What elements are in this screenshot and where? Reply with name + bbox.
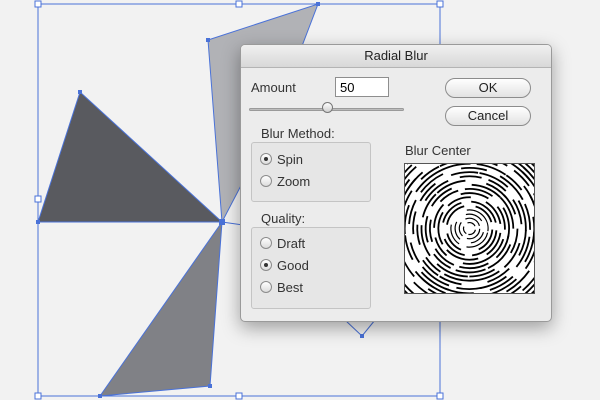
medium-gray-triangle-shape[interactable] [98,220,223,397]
blur-center-pattern [378,137,551,320]
radial-blur-dialog: Radial Blur Amount OK Cancel Blur Method… [240,44,552,322]
anchor-point[interactable] [316,2,320,6]
blur-ring-arc [459,175,482,179]
blur-ring-arc [456,286,483,291]
blur-ring-arc [436,179,466,194]
radio-label-good: Good [277,257,309,273]
radio-button-good[interactable] [260,259,272,271]
blur-ring-arc [485,201,502,225]
anchor-point[interactable] [360,334,364,338]
bounding-box-handle[interactable] [235,0,243,8]
bounding-box-handle[interactable] [34,0,42,8]
blur-ring-arc [403,204,410,235]
blur-ring-arc [479,172,509,188]
radio-option-best[interactable]: Best [260,278,303,296]
cancel-button[interactable]: Cancel [445,106,531,126]
blur-ring-arc [431,187,453,207]
dark-triangle-shape[interactable] [37,91,224,223]
anchor-point[interactable] [208,384,212,388]
radio-label-spin: Spin [277,151,304,167]
radio-option-zoom[interactable]: Zoom [260,172,310,190]
quality-group: Draft Good Best [251,227,371,309]
blur-ring-arc [414,270,435,289]
blur-ring-arc [416,224,421,245]
blur-ring-arc [462,259,486,265]
radio-option-draft[interactable]: Draft [260,234,305,252]
radio-label-best: Best [277,279,304,295]
blur-ring-arc [471,183,501,198]
blur-ring-arc [455,268,486,274]
blur-ring-arc [486,232,502,256]
blur-ring-arc [447,196,471,207]
bounding-box-handle[interactable] [436,0,444,8]
blur-ring-arc [460,167,488,172]
blur-ring-arc [462,226,467,235]
amount-slider-thumb[interactable] [321,102,333,113]
blur-center-preview[interactable] [378,137,551,320]
selection-path-line [344,319,363,337]
bounding-box-handle[interactable] [34,392,42,400]
radio-button-best[interactable] [260,281,272,293]
blur-ring-arc [450,171,479,177]
blur-ring-arc [458,222,463,237]
bounding-box-handle[interactable] [235,392,243,400]
radio-option-spin[interactable]: Spin [260,150,303,168]
blur-ring-arc [465,213,483,222]
anchor-point[interactable] [219,219,225,225]
quality-label: Quality: [261,211,306,226]
radio-button-zoom[interactable] [260,175,272,187]
anchor-point[interactable] [206,38,210,42]
blur-ring-arc [515,236,531,268]
blur-center-label: Blur Center [405,143,471,158]
bounding-box-handle[interactable] [34,195,42,203]
selection-path-line [361,319,376,337]
anchor-point[interactable] [36,220,40,224]
amount-label: Amount [251,80,296,95]
blur-ring-arc [531,216,536,245]
blur-ring-arc [468,229,476,236]
blur-method-group: Spin Zoom [251,142,371,202]
dialog-title[interactable]: Radial Blur [241,45,551,68]
blur-ring-arc [421,193,437,218]
blur-ring-arc [434,248,455,266]
bounding-box-handle[interactable] [436,392,444,400]
blur-ring-arc [485,182,507,198]
blur-ring-arc [424,215,429,243]
anchor-point[interactable] [78,90,82,94]
radio-button-draft[interactable] [260,237,272,249]
blur-ring-arc [436,263,468,278]
blur-ring-arc [429,219,434,243]
radio-button-spin[interactable] [260,153,272,165]
blur-ring-arc [465,217,480,227]
blur-ring-arc [471,230,498,257]
ok-button[interactable]: OK [445,78,531,98]
amount-input[interactable] [335,77,389,97]
blur-ring-arc [490,278,518,295]
radio-option-good[interactable]: Good [260,256,309,274]
blur-ring-arc [503,242,521,268]
blur-ring-arc [437,211,444,245]
blur-ring-arc [467,221,476,227]
blur-ring-arc [466,209,489,232]
anchor-point[interactable] [98,394,102,398]
blur-ring-arc [528,194,539,219]
radio-label-zoom: Zoom [277,173,311,189]
radio-label-draft: Draft [277,235,306,251]
blur-method-label: Blur Method: [261,126,335,141]
blur-ring-arc [412,211,417,235]
